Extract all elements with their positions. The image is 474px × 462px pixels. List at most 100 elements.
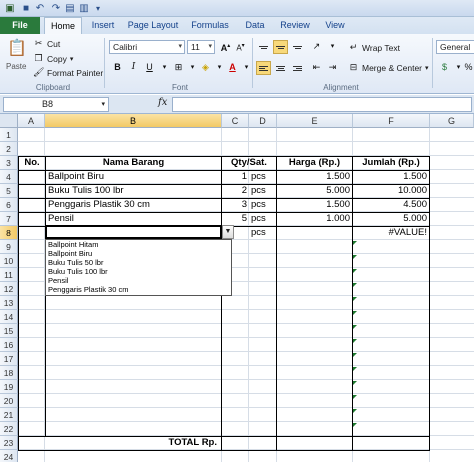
- grow-font-button[interactable]: A▴: [219, 40, 232, 53]
- column-header-d[interactable]: D: [249, 114, 277, 128]
- row-header[interactable]: 19: [0, 380, 18, 394]
- error-indicator-icon[interactable]: [353, 311, 357, 315]
- error-indicator-icon[interactable]: [353, 283, 357, 287]
- cell-qty[interactable]: 5: [222, 212, 249, 226]
- cell-jumlah-error[interactable]: #VALUE!: [353, 226, 429, 240]
- tab-file[interactable]: File: [0, 17, 40, 34]
- font-size-dropdown[interactable]: 11 ▾: [187, 40, 215, 54]
- paste-button[interactable]: Paste: [6, 62, 26, 71]
- merge-center-button[interactable]: ⊟ Merge & Center ▾: [348, 62, 429, 73]
- row-header[interactable]: 7: [0, 212, 18, 226]
- header-harga[interactable]: Harga (Rp.): [277, 156, 352, 170]
- underline-button[interactable]: U: [143, 61, 156, 74]
- row-header[interactable]: 4: [0, 170, 18, 184]
- cell-harga[interactable]: 1.000: [277, 212, 352, 226]
- error-indicator-icon[interactable]: [353, 367, 357, 371]
- number-format-dropdown[interactable]: General: [436, 40, 474, 54]
- header-qty[interactable]: Qty/Sat.: [222, 156, 276, 170]
- dropdown-option[interactable]: Penggaris Plastik 30 cm: [46, 285, 231, 294]
- row-header[interactable]: 11: [0, 268, 18, 282]
- wrap-text-button[interactable]: ↵ Wrap Text: [348, 42, 400, 53]
- align-right-button[interactable]: [290, 61, 305, 75]
- cell-jumlah[interactable]: 5.000: [353, 212, 429, 226]
- error-indicator-icon[interactable]: [353, 381, 357, 385]
- header-no[interactable]: No.: [19, 156, 45, 170]
- tab-home[interactable]: Home: [44, 17, 82, 34]
- select-all-corner[interactable]: [0, 114, 18, 128]
- cell-sat[interactable]: pcs: [249, 212, 276, 226]
- validation-dropdown-button[interactable]: ▼: [222, 225, 234, 239]
- chevron-down-icon[interactable]: ▾: [326, 40, 339, 53]
- cell-sat[interactable]: pcs: [249, 184, 276, 198]
- cell-qty[interactable]: 3: [222, 198, 249, 212]
- cell-jumlah[interactable]: 4.500: [353, 198, 429, 212]
- orientation-icon[interactable]: ↗: [310, 40, 323, 53]
- tab-data[interactable]: Data: [238, 17, 272, 34]
- align-bottom-button[interactable]: [290, 40, 305, 54]
- error-indicator-icon[interactable]: [353, 409, 357, 413]
- error-indicator-icon[interactable]: [353, 241, 357, 245]
- insert-function-button[interactable]: fx: [158, 97, 167, 108]
- chevron-down-icon[interactable]: ▾: [213, 61, 226, 74]
- fill-color-icon[interactable]: ◈: [199, 61, 212, 74]
- column-header-g[interactable]: G: [430, 114, 474, 128]
- percent-icon[interactable]: %: [462, 61, 474, 74]
- format-painter-button[interactable]: 🖌 Format Painter: [33, 67, 103, 78]
- increase-indent-icon[interactable]: ⇥: [326, 61, 339, 74]
- new-file-icon[interactable]: ▤: [64, 2, 76, 14]
- bold-button[interactable]: B: [111, 61, 124, 74]
- row-header[interactable]: 23: [0, 436, 18, 450]
- column-header-e[interactable]: E: [277, 114, 353, 128]
- tab-view[interactable]: View: [318, 17, 352, 34]
- tab-page-layout[interactable]: Page Layout: [124, 17, 182, 34]
- dropdown-option[interactable]: Pensil: [46, 276, 231, 285]
- copy-button[interactable]: ❐ Copy ▾: [33, 53, 73, 64]
- tab-insert[interactable]: Insert: [86, 17, 120, 34]
- cell-nama[interactable]: Buku Tulis 100 lbr: [46, 184, 221, 198]
- cell-jumlah[interactable]: 1.500: [353, 170, 429, 184]
- column-header-b[interactable]: B: [45, 114, 222, 128]
- cell-nama[interactable]: Pensil: [46, 212, 221, 226]
- italic-button[interactable]: I: [127, 61, 140, 74]
- cell-harga[interactable]: 1.500: [277, 170, 352, 184]
- row-header[interactable]: 5: [0, 184, 18, 198]
- header-jumlah[interactable]: Jumlah (Rp.): [353, 156, 429, 170]
- row-header[interactable]: 16: [0, 338, 18, 352]
- chevron-down-icon[interactable]: ▾: [158, 61, 171, 74]
- cell-qty[interactable]: 2: [222, 184, 249, 198]
- decrease-indent-icon[interactable]: ⇤: [310, 61, 323, 74]
- row-header-selected[interactable]: 8: [0, 226, 18, 240]
- cell-sat[interactable]: pcs: [249, 226, 276, 240]
- error-indicator-icon[interactable]: [353, 269, 357, 273]
- error-indicator-icon[interactable]: [353, 353, 357, 357]
- row-header[interactable]: 22: [0, 422, 18, 436]
- font-color-icon[interactable]: A: [226, 61, 239, 74]
- currency-icon[interactable]: $: [438, 61, 451, 74]
- row-header[interactable]: 6: [0, 198, 18, 212]
- cell-sat[interactable]: pcs: [249, 170, 276, 184]
- total-label[interactable]: TOTAL Rp.: [46, 436, 221, 450]
- cell-harga[interactable]: 5.000: [277, 184, 352, 198]
- tab-formulas[interactable]: Formulas: [186, 17, 234, 34]
- row-header[interactable]: 24: [0, 450, 18, 462]
- borders-icon[interactable]: ⊞: [172, 61, 185, 74]
- cell-qty[interactable]: 1: [222, 170, 249, 184]
- row-header[interactable]: 12: [0, 282, 18, 296]
- align-top-button[interactable]: [256, 40, 271, 54]
- row-header[interactable]: 18: [0, 366, 18, 380]
- error-indicator-icon[interactable]: [353, 255, 357, 259]
- row-header[interactable]: 21: [0, 408, 18, 422]
- column-header-f[interactable]: F: [353, 114, 430, 128]
- align-middle-button[interactable]: [273, 40, 288, 54]
- row-header[interactable]: 17: [0, 352, 18, 366]
- error-indicator-icon[interactable]: [353, 325, 357, 329]
- cell-sat[interactable]: pcs: [249, 198, 276, 212]
- undo-icon[interactable]: ↶: [34, 2, 46, 14]
- cut-button[interactable]: ✂ Cut: [33, 38, 61, 49]
- cell-nama[interactable]: Ballpoint Biru: [46, 170, 221, 184]
- align-left-button[interactable]: [256, 61, 271, 75]
- cell-harga[interactable]: 1.500: [277, 198, 352, 212]
- row-header[interactable]: 1: [0, 128, 18, 142]
- cell-nama[interactable]: Penggaris Plastik 30 cm: [46, 198, 221, 212]
- row-header[interactable]: 2: [0, 142, 18, 156]
